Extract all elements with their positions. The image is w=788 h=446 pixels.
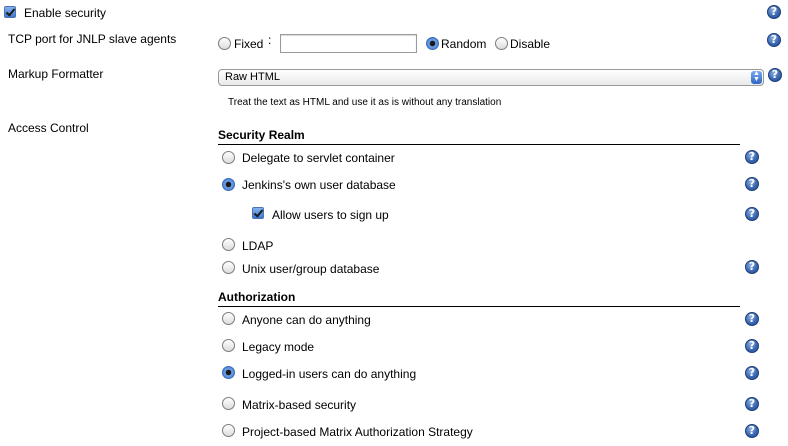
authorization-heading: Authorization — [218, 290, 740, 307]
security-realm-heading-text: Security Realm — [218, 128, 305, 142]
realm-ldap-label: LDAP — [242, 239, 274, 253]
tcp-port-label: TCP port for JNLP slave agents — [8, 32, 177, 46]
help-icon[interactable]: ? — [767, 5, 781, 19]
tcp-port-fixed-input[interactable] — [280, 34, 417, 53]
tcp-port-disable-radio[interactable] — [495, 37, 508, 50]
help-icon[interactable]: ? — [745, 312, 759, 326]
markup-formatter-value: Raw HTML — [225, 71, 281, 83]
chevron-updown-icon: ▲ ▼ — [751, 70, 762, 84]
authz-anyone-radio[interactable] — [222, 312, 235, 325]
authz-matrix-radio[interactable] — [222, 397, 235, 410]
help-icon[interactable]: ? — [745, 150, 759, 164]
allow-signup-checkbox[interactable] — [252, 207, 264, 219]
tcp-port-disable-label: Disable — [510, 37, 551, 51]
authz-anyone-label: Anyone can do anything — [242, 313, 371, 327]
markup-formatter-description: Treat the text as HTML and use it as is … — [228, 97, 502, 108]
help-icon[interactable]: ? — [745, 339, 759, 353]
authz-matrix-label: Matrix-based security — [242, 398, 357, 412]
help-icon[interactable]: ? — [768, 68, 782, 82]
help-icon[interactable]: ? — [745, 424, 759, 438]
realm-ldap-radio[interactable] — [222, 238, 235, 251]
enable-security-checkbox[interactable] — [4, 6, 16, 18]
realm-unix-label: Unix user/group database — [242, 262, 380, 276]
help-icon[interactable]: ? — [745, 397, 759, 411]
help-icon[interactable]: ? — [745, 260, 759, 274]
help-icon[interactable]: ? — [767, 33, 781, 47]
help-icon[interactable]: ? — [745, 366, 759, 380]
authz-logged-in-radio[interactable] — [222, 366, 235, 379]
authz-project-matrix-radio[interactable] — [222, 424, 235, 437]
tcp-port-random-label: Random — [441, 37, 487, 51]
help-icon[interactable]: ? — [745, 177, 759, 191]
tcp-port-colon: : — [268, 33, 272, 47]
security-realm-heading: Security Realm — [218, 128, 740, 145]
realm-own-db-radio[interactable] — [222, 178, 235, 191]
access-control-label: Access Control — [8, 121, 89, 135]
allow-signup-label: Allow users to sign up — [272, 208, 389, 222]
tcp-port-random-radio[interactable] — [426, 37, 439, 50]
authz-project-matrix-label: Project-based Matrix Authorization Strat… — [242, 425, 473, 439]
authz-legacy-radio[interactable] — [222, 339, 235, 352]
help-icon[interactable]: ? — [745, 207, 759, 221]
markup-formatter-label: Markup Formatter — [8, 67, 104, 81]
realm-delegate-label: Delegate to servlet container — [242, 151, 395, 165]
authorization-heading-text: Authorization — [218, 290, 296, 304]
enable-security-label: Enable security — [24, 6, 107, 20]
authz-logged-in-label: Logged-in users can do anything — [242, 367, 417, 381]
tcp-port-fixed-label: Fixed — [234, 37, 264, 51]
tcp-port-fixed-radio[interactable] — [218, 37, 231, 50]
realm-unix-radio[interactable] — [222, 261, 235, 274]
authz-legacy-label: Legacy mode — [242, 340, 315, 354]
realm-own-db-label: Jenkins's own user database — [242, 178, 396, 192]
realm-delegate-radio[interactable] — [222, 151, 235, 164]
markup-formatter-select[interactable]: Raw HTML ▲ ▼ — [218, 69, 764, 86]
